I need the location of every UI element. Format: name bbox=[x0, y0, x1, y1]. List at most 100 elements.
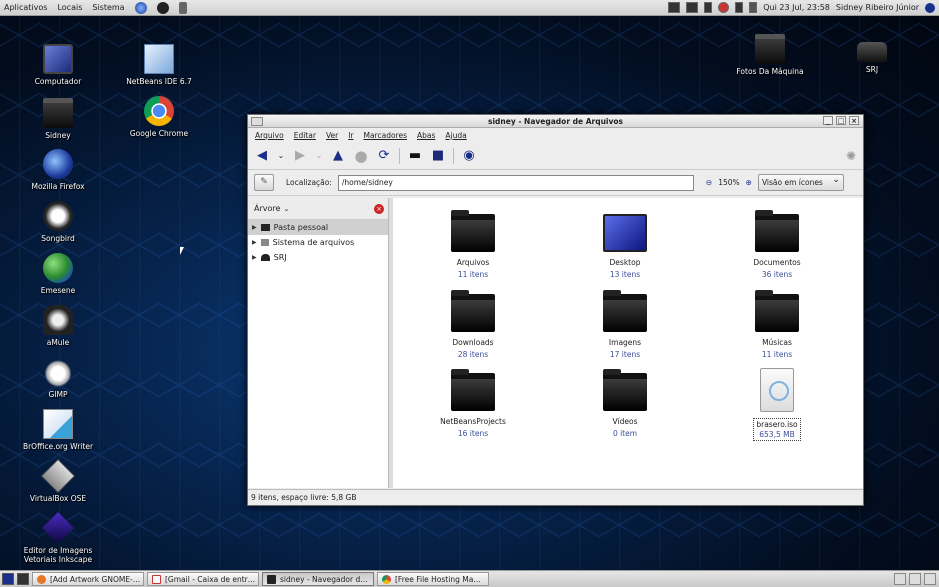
zoom-out-icon[interactable]: ⊖ bbox=[706, 178, 712, 187]
battery-icon[interactable] bbox=[735, 2, 744, 13]
tree-item-pasta-pessoal[interactable]: ▶ Pasta pessoal bbox=[248, 220, 388, 235]
computer-icon[interactable]: ■ bbox=[430, 148, 446, 164]
expander-icon[interactable]: ▶ bbox=[252, 239, 257, 246]
desktop-icon-sidney[interactable]: Sidney bbox=[13, 98, 103, 140]
file-item[interactable]: NetBeansProjects 16 itens bbox=[418, 369, 528, 438]
menu-ajuda[interactable]: Ajuda bbox=[445, 131, 466, 140]
desktop-icon-inkscape[interactable]: Editor de Imagens Vetoriais Inkscape bbox=[13, 512, 103, 564]
close-button[interactable]: × bbox=[849, 116, 859, 125]
window-titlebar[interactable]: sidney - Navegador de Arquivos _ □ × bbox=[248, 115, 863, 128]
zoom-level[interactable]: 150% bbox=[718, 178, 739, 187]
menu-aplicativos[interactable]: Aplicativos bbox=[4, 3, 47, 12]
file-item[interactable]: Downloads 28 itens bbox=[418, 290, 528, 359]
menu-locais[interactable]: Locais bbox=[57, 3, 82, 12]
desktop-icon-virtualbox[interactable]: VirtualBox OSE bbox=[13, 459, 103, 503]
toggle-location-button[interactable]: ✎ bbox=[254, 174, 274, 191]
up-icon[interactable]: ▲ bbox=[330, 148, 346, 164]
desktop-icon-amule[interactable]: aMule bbox=[13, 305, 103, 347]
browser-launcher-icon[interactable] bbox=[134, 1, 147, 14]
task-gmail[interactable]: [Gmail - Caixa de entr… bbox=[147, 572, 259, 586]
back-icon[interactable]: ◀ bbox=[254, 148, 270, 164]
firefox-icon bbox=[37, 574, 46, 584]
network-icon[interactable] bbox=[686, 2, 699, 13]
menubar: Arquivo Editar Ver Ir Marcadores Abas Aj… bbox=[248, 128, 863, 142]
workspace-switcher bbox=[894, 573, 936, 585]
terminal-launcher-icon[interactable] bbox=[156, 1, 169, 14]
show-desktop-icon[interactable] bbox=[2, 573, 14, 585]
desktop-icon-chrome[interactable]: Google Chrome bbox=[114, 96, 204, 138]
task-add-artwork[interactable]: [Add Artwork GNOME-… bbox=[32, 572, 144, 586]
menu-arquivo[interactable]: Arquivo bbox=[255, 131, 284, 140]
user-name[interactable]: Sidney Ribeiro Júnior bbox=[836, 3, 919, 12]
sidebar-mode-select[interactable]: Árvore bbox=[254, 204, 280, 213]
chevron-down-icon[interactable]: ⌄ bbox=[283, 205, 289, 213]
tree-item-sistema-de-arquivos[interactable]: ▶ Sistema de arquivos bbox=[248, 235, 388, 250]
file-item[interactable]: Músicas 11 itens bbox=[722, 290, 832, 359]
desktop-icon-srj[interactable]: SRJ bbox=[827, 34, 917, 74]
stop-icon[interactable]: ● bbox=[353, 147, 369, 165]
zoom-in-icon[interactable]: ⊕ bbox=[746, 178, 752, 187]
close-sidebar-icon[interactable]: × bbox=[374, 204, 384, 214]
maximize-button[interactable]: □ bbox=[836, 116, 846, 125]
window-menu-button[interactable] bbox=[251, 117, 263, 126]
netbeans-icon bbox=[144, 44, 174, 74]
menu-ver[interactable]: Ver bbox=[326, 131, 338, 140]
reload-icon[interactable]: ⟳ bbox=[376, 148, 392, 164]
desktop-icon-label: VirtualBox OSE bbox=[29, 494, 87, 503]
file-size: 653,5 MB bbox=[759, 430, 795, 439]
task-file-hosting[interactable]: [Free File Hosting Ma… bbox=[377, 572, 489, 586]
folder-icon bbox=[267, 574, 276, 584]
file-item-selected[interactable]: brasero.iso 653,5 MB bbox=[722, 368, 832, 441]
file-name: Vídeos bbox=[612, 417, 638, 426]
file-count: 16 itens bbox=[457, 429, 489, 438]
desktop-icon-writer[interactable]: BrOffice.org Writer bbox=[13, 409, 103, 451]
search-icon[interactable]: ◉ bbox=[461, 148, 477, 164]
update-icon[interactable] bbox=[718, 2, 730, 13]
task-label: [Gmail - Caixa de entr… bbox=[165, 574, 256, 584]
menu-sistema[interactable]: Sistema bbox=[92, 3, 124, 12]
desktop-icon-emesene[interactable]: Emesene bbox=[13, 253, 103, 295]
view-mode-select[interactable]: Visão em ícones bbox=[757, 173, 844, 191]
trash-icon[interactable] bbox=[924, 573, 936, 585]
mail-icon[interactable] bbox=[704, 2, 713, 13]
desktop-icon-songbird[interactable]: Songbird bbox=[13, 201, 103, 243]
folder-icon bbox=[755, 290, 799, 332]
menu-ir[interactable]: Ir bbox=[348, 131, 353, 140]
desktop-icon-label: Editor de Imagens Vetoriais Inkscape bbox=[23, 546, 93, 564]
desktop-icon-fotos[interactable]: Fotos Da Máquina bbox=[725, 34, 815, 76]
power-icon[interactable] bbox=[925, 2, 935, 13]
task-file-manager[interactable]: sidney - Navegador d… bbox=[262, 572, 374, 586]
expander-icon[interactable]: ▶ bbox=[252, 224, 257, 231]
window-list-icon[interactable] bbox=[17, 573, 29, 585]
file-item[interactable]: Desktop 13 itens bbox=[570, 214, 680, 279]
workspace-icon[interactable] bbox=[668, 2, 681, 13]
desktop-icon-netbeans[interactable]: NetBeans IDE 6.7 bbox=[114, 44, 204, 86]
home-icon[interactable]: ▬ bbox=[407, 148, 423, 164]
menu-marcadores[interactable]: Marcadores bbox=[363, 131, 407, 140]
menu-abas[interactable]: Abas bbox=[417, 131, 435, 140]
menu-editar[interactable]: Editar bbox=[294, 131, 316, 140]
file-count: 0 item bbox=[612, 429, 638, 438]
file-item[interactable]: Arquivos 11 itens bbox=[418, 210, 528, 279]
file-item[interactable]: Imagens 17 itens bbox=[570, 290, 680, 359]
expander-icon[interactable]: ▶ bbox=[252, 254, 257, 261]
minimize-button[interactable]: _ bbox=[823, 116, 833, 125]
tree-item-srj[interactable]: ▶ SRJ bbox=[248, 250, 388, 265]
desktop-icon-label: GIMP bbox=[48, 390, 68, 399]
desktop-icon-gimp[interactable]: GIMP bbox=[13, 357, 103, 399]
forward-icon[interactable]: ▶ bbox=[292, 148, 308, 164]
clock[interactable]: Qui 23 Jul, 23:58 bbox=[763, 3, 830, 12]
desktop-icon-label: Emesene bbox=[40, 286, 76, 295]
forward-history-icon[interactable]: ⌄ bbox=[315, 148, 323, 164]
workspace-2-icon[interactable] bbox=[909, 573, 921, 585]
workspace-1-icon[interactable] bbox=[894, 573, 906, 585]
location-input[interactable]: /home/sidney bbox=[337, 174, 694, 191]
desktop-icon-computador[interactable]: Computador bbox=[13, 44, 103, 86]
desktop-icon-label: NetBeans IDE 6.7 bbox=[126, 77, 192, 86]
desktop-icon-firefox[interactable]: Mozilla Firefox bbox=[13, 149, 103, 191]
file-item[interactable]: Documentos 36 itens bbox=[722, 210, 832, 279]
volume-icon[interactable] bbox=[749, 2, 758, 13]
back-history-icon[interactable]: ⌄ bbox=[277, 148, 285, 164]
file-item[interactable]: Vídeos 0 item bbox=[570, 369, 680, 438]
script-launcher-icon[interactable] bbox=[178, 1, 187, 14]
